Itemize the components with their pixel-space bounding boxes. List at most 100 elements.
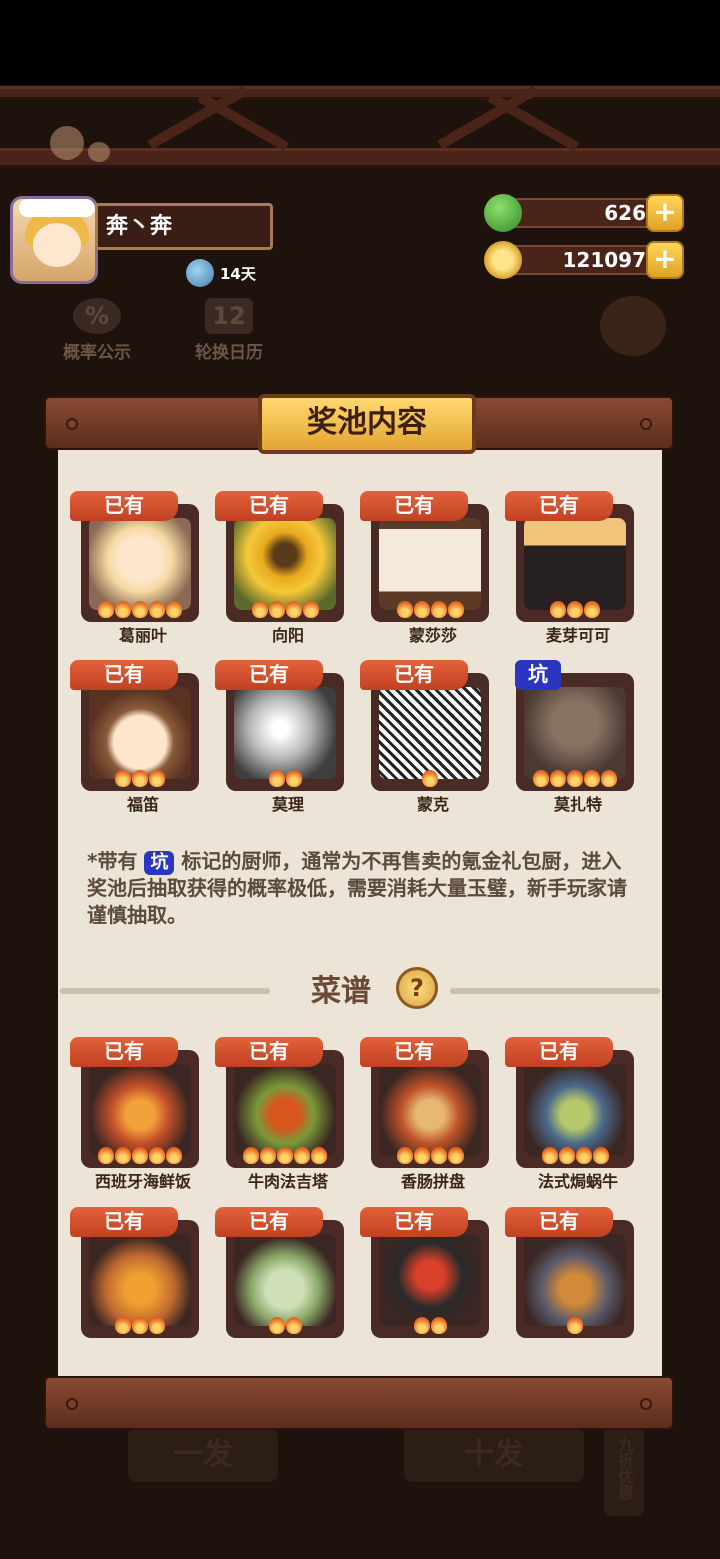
add-coins-button[interactable]: + xyxy=(646,241,684,279)
flame-star-icon xyxy=(166,601,182,618)
player-avatar[interactable] xyxy=(10,196,98,284)
flame-star-icon xyxy=(396,1147,413,1164)
flame-star-icon xyxy=(268,1317,285,1334)
flame-star-icon xyxy=(132,770,148,787)
owned-badge: 已有 xyxy=(505,1207,613,1237)
rarity-stars xyxy=(371,770,489,787)
recipe-image xyxy=(379,1234,481,1326)
chef-image xyxy=(234,687,336,779)
game-screen: 奔丶奔 14天 626 + 121097 + % 概率公示 12 轮换日历 一发… xyxy=(0,0,720,1559)
add-jade-button[interactable]: + xyxy=(646,194,684,232)
recipe-image xyxy=(234,1234,336,1326)
flame-star-icon xyxy=(268,770,285,787)
flame-star-icon xyxy=(115,601,131,618)
chef-name: 向阳 xyxy=(271,626,304,645)
flame-star-icon xyxy=(584,770,600,787)
recipe-card[interactable]: 已有 xyxy=(70,1207,216,1357)
rotation-calendar-label: 轮换日历 xyxy=(195,343,263,363)
owned-badge: 已有 xyxy=(215,660,323,690)
chick-decoration xyxy=(88,142,110,162)
flame-star-icon xyxy=(260,1147,276,1164)
owned-badge: 已有 xyxy=(70,1037,178,1067)
flame-star-icon xyxy=(311,1147,327,1164)
chef-image xyxy=(524,687,626,779)
chef-image xyxy=(89,687,191,779)
chef-portrait-frame xyxy=(226,673,344,791)
discount-badge: 九折优惠 xyxy=(604,1420,644,1516)
owned-badge: 已有 xyxy=(360,1207,468,1237)
recipe-portrait-frame xyxy=(516,1050,634,1168)
chef-card[interactable]: 坑莫扎特 xyxy=(505,660,651,814)
jade-icon xyxy=(484,194,522,232)
flame-star-icon xyxy=(285,1317,302,1334)
flame-star-icon xyxy=(149,770,165,787)
recipe-card[interactable]: 已有 西班牙海鲜饭 xyxy=(70,1037,216,1191)
rotation-calendar-button[interactable]: 12 轮换日历 xyxy=(184,298,274,363)
recipe-card[interactable]: 已有 xyxy=(215,1207,361,1357)
recipe-portrait-frame xyxy=(371,1220,489,1338)
recipe-image xyxy=(379,1064,481,1156)
chef-card[interactable]: 已有 蒙莎莎 xyxy=(360,491,506,645)
chef-name: 莫理 xyxy=(271,795,304,814)
flame-star-icon xyxy=(422,770,438,787)
rod-nail xyxy=(66,418,78,430)
chef-card[interactable]: 已有向阳 xyxy=(215,491,361,645)
recipe-name: 香肠拼盘 xyxy=(400,1172,465,1191)
recipe-card[interactable]: 已有 香肠拼盘 xyxy=(360,1037,506,1191)
rarity-stars xyxy=(226,770,344,787)
chef-name: 麦芽可可 xyxy=(545,626,610,645)
flame-star-icon xyxy=(115,1147,131,1164)
rarity-stars xyxy=(81,770,199,787)
draw-ten-button[interactable]: 十发 xyxy=(404,1428,584,1482)
flame-star-icon xyxy=(575,1147,592,1164)
recipe-card[interactable]: 已有 xyxy=(505,1207,651,1357)
ceiling-beam xyxy=(0,86,720,100)
probability-button[interactable]: % 概率公示 xyxy=(52,298,142,363)
owned-badge: 已有 xyxy=(215,491,323,521)
recipe-card[interactable]: 已有 法式焗蜗牛 xyxy=(505,1037,651,1191)
recipe-portrait-frame xyxy=(81,1220,199,1338)
flame-star-icon xyxy=(592,1147,609,1164)
chef-card[interactable]: 已有 葛丽叶 xyxy=(70,491,216,645)
recipe-card[interactable]: 已有 牛肉法吉塔 xyxy=(215,1037,361,1191)
flame-star-icon xyxy=(413,1317,430,1334)
flame-star-icon xyxy=(430,1147,447,1164)
chef-image xyxy=(524,518,626,610)
recipe-section-title: 菜谱 xyxy=(311,974,371,1009)
recipe-portrait-frame xyxy=(371,1050,489,1168)
help-button[interactable]: ? xyxy=(396,967,438,1009)
chef-name: 蒙克 xyxy=(416,795,449,814)
rarity-stars xyxy=(371,1147,489,1164)
chef-portrait-frame xyxy=(81,504,199,622)
recipe-image xyxy=(234,1064,336,1156)
login-days: 14天 xyxy=(186,258,256,288)
player-name: 奔丶奔 xyxy=(95,203,273,250)
avatar-hat xyxy=(19,199,95,217)
flame-star-icon xyxy=(601,770,617,787)
flame-star-icon xyxy=(149,601,165,618)
flame-star-icon xyxy=(567,770,583,787)
flame-star-icon xyxy=(149,1147,165,1164)
flame-star-icon xyxy=(302,601,319,618)
jade-counter: 626 + xyxy=(484,194,690,232)
flame-star-icon xyxy=(533,770,549,787)
rarity-stars xyxy=(226,1317,344,1334)
chef-card[interactable]: 已有 麦芽可可 xyxy=(505,491,651,645)
chef-card[interactable]: 已有 福笛 xyxy=(70,660,216,814)
flame-star-icon xyxy=(567,601,583,618)
rarity-stars xyxy=(516,601,634,618)
flame-star-icon xyxy=(115,1317,131,1334)
chef-card[interactable]: 已有莫理 xyxy=(215,660,361,814)
draw-one-button[interactable]: 一发 xyxy=(128,1428,278,1482)
flame-star-icon xyxy=(98,1147,114,1164)
recipe-card[interactable]: 已有 xyxy=(360,1207,506,1357)
owned-badge: 已有 xyxy=(70,1207,178,1237)
flame-star-icon xyxy=(413,601,430,618)
chef-card[interactable]: 已有 蒙克 xyxy=(360,660,506,814)
flame-star-icon xyxy=(285,601,302,618)
exit-button[interactable] xyxy=(600,296,666,356)
recipe-image xyxy=(524,1064,626,1156)
recipe-name: 牛肉法吉塔 xyxy=(247,1172,328,1191)
chef-portrait-frame xyxy=(516,504,634,622)
recipe-portrait-frame xyxy=(516,1220,634,1338)
